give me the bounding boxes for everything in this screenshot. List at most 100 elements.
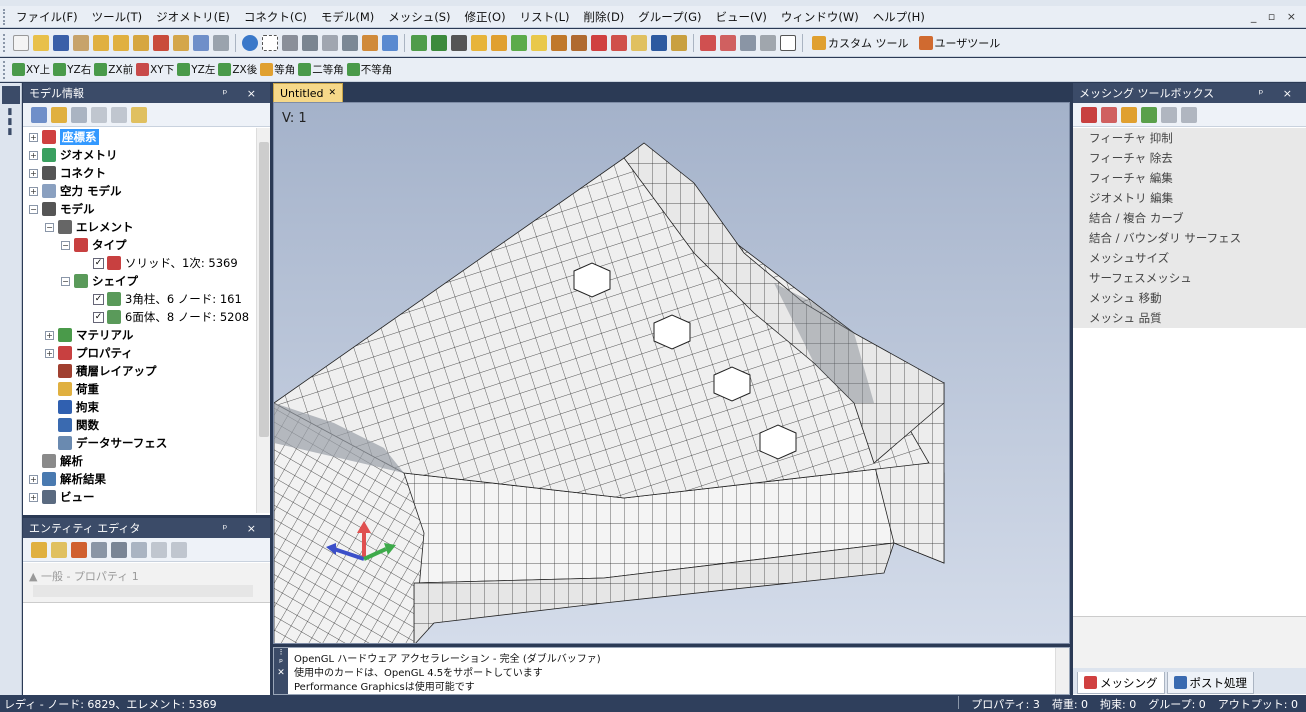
show-icon[interactable] (91, 106, 107, 123)
view-zx-front-button[interactable]: ZX前 (94, 62, 133, 77)
output-scrollbar[interactable] (1055, 648, 1069, 694)
tree-item-material[interactable]: + マテリアル (45, 326, 133, 344)
menu-geometry[interactable]: ジオメトリ(E) (149, 9, 237, 25)
tree-item-model[interactable]: − モデル (29, 200, 95, 218)
expand-toggle[interactable]: + (45, 330, 54, 340)
filter-icon[interactable] (760, 34, 776, 51)
point-icon[interactable] (471, 34, 487, 51)
tree-item-function[interactable]: 関数 (58, 416, 99, 434)
tree-item-connect[interactable]: + コネクト (29, 164, 106, 182)
output-pin-close[interactable]: ⁝ ᵖ ✕ (274, 648, 288, 694)
menu-modify[interactable]: 修正(O) (458, 9, 513, 25)
tree-item-geometry[interactable]: + ジオメトリ (29, 146, 118, 164)
expand-toggle[interactable]: − (61, 240, 70, 250)
tree-item-analysis[interactable]: 解析 (42, 452, 83, 470)
number-icon[interactable] (451, 34, 467, 51)
menu-help[interactable]: ヘルプ(H) (866, 9, 932, 25)
toolbar-grip[interactable] (3, 33, 8, 52)
expand-toggle[interactable]: + (45, 348, 54, 358)
copy-icon[interactable] (1121, 106, 1137, 123)
view-isometric-button[interactable]: 等角 (260, 62, 295, 77)
view-xy-top-button[interactable]: XY上 (12, 62, 50, 77)
link-icon[interactable] (73, 34, 89, 51)
view-xy-bottom-button[interactable]: XY下 (136, 62, 174, 77)
tree-item-shape[interactable]: − シェイプ (61, 272, 138, 290)
open-folder-icon[interactable] (33, 34, 49, 51)
toolbox-item[interactable]: 結合 / バウンダリ サーフェス (1073, 228, 1306, 248)
tree-item-load[interactable]: 荷重 (58, 380, 99, 398)
down-icon[interactable] (171, 541, 187, 558)
mdi-window-controls[interactable]: _ ▫ × (1251, 10, 1306, 23)
visibility-checkbox[interactable]: ✓ (93, 257, 104, 269)
document-tab[interactable]: Untitled ✕ (273, 83, 344, 102)
mesh-icon[interactable] (411, 34, 427, 51)
window-select-icon[interactable] (780, 34, 796, 51)
curve-icon[interactable] (491, 34, 507, 51)
move-down-icon[interactable] (1181, 106, 1197, 123)
view-icon[interactable] (382, 34, 398, 51)
toolbox-item[interactable]: 結合 / 複合 カーブ (1073, 208, 1306, 228)
expand-toggle[interactable]: + (29, 492, 38, 502)
view-zx-back-button[interactable]: ZX後 (218, 62, 257, 77)
workplane-icon[interactable] (302, 34, 318, 51)
save-icon[interactable] (53, 34, 69, 51)
geometry-tools-icon[interactable] (322, 34, 338, 51)
select-mode-icon[interactable] (740, 34, 756, 51)
refresh-icon[interactable] (71, 541, 87, 558)
toolbox-item[interactable]: ジオメトリ 編集 (1073, 188, 1306, 208)
dock-strip-label[interactable]: ▮▮▮ (5, 107, 15, 137)
coord-sys-icon[interactable] (591, 34, 607, 51)
user-tool-button[interactable]: ユーザツール (918, 35, 1000, 51)
tab-meshing[interactable]: メッシング (1077, 672, 1165, 694)
palette-icon[interactable] (362, 34, 378, 51)
toolbox-item[interactable]: フィーチャ 編集 (1073, 168, 1306, 188)
expand-toggle[interactable]: − (29, 204, 38, 214)
property-group-header[interactable]: ▲ 一般 - プロパティ 1 (29, 568, 139, 584)
expand-toggle[interactable]: + (29, 132, 38, 142)
tab-post-processing[interactable]: ポスト処理 (1166, 672, 1254, 694)
move-up-icon[interactable] (1161, 106, 1177, 123)
list-icon[interactable] (131, 541, 147, 558)
panel-pin-close[interactable]: ᵖ × (223, 87, 270, 100)
menu-view[interactable]: ビュー(V) (709, 9, 774, 25)
text-icon[interactable] (531, 34, 547, 51)
toolbox-item[interactable]: フィーチャ 抑制 (1073, 128, 1306, 148)
tree-item-element[interactable]: − エレメント (45, 218, 134, 236)
element-icon[interactable] (611, 34, 627, 51)
toolbox-item[interactable]: メッシュ 移動 (1073, 288, 1306, 308)
toolbox-item[interactable]: フィーチャ 除去 (1073, 148, 1306, 168)
export-icon[interactable] (113, 34, 129, 51)
menu-mesh[interactable]: メッシュ(S) (381, 9, 457, 25)
tree-item-view[interactable]: + ビュー (29, 488, 95, 506)
window-icon[interactable] (193, 34, 209, 51)
import-icon[interactable] (93, 34, 109, 51)
select-entity-icon[interactable] (700, 34, 716, 51)
view-trimetric-button[interactable]: 不等角 (346, 62, 392, 77)
toolbox-item[interactable]: メッシュ 品質 (1073, 308, 1306, 328)
hide-icon[interactable] (111, 106, 127, 123)
select-box-icon[interactable] (262, 34, 278, 51)
graphics-viewport[interactable]: V: 1 (273, 102, 1070, 644)
tree-item-data-surface[interactable]: データサーフェス (58, 434, 167, 452)
view-yz-right-button[interactable]: YZ右 (53, 62, 91, 77)
add-select-icon[interactable] (720, 34, 736, 51)
menu-tools[interactable]: ツール(T) (85, 9, 150, 25)
cube-icon[interactable] (342, 34, 358, 51)
solid-icon[interactable] (551, 34, 567, 51)
tree-item-constraint[interactable]: 拘束 (58, 398, 99, 416)
panel-pin-close[interactable]: ᵖ × (223, 522, 270, 535)
lock-icon[interactable] (31, 541, 47, 558)
tree-item-coordsys[interactable]: + 座標系 (29, 128, 99, 146)
new-file-icon[interactable] (13, 34, 29, 51)
add-tool-icon[interactable] (1081, 106, 1097, 123)
tree-scrollbar[interactable] (256, 128, 270, 513)
close-icon[interactable]: ✕ (329, 88, 337, 98)
tree-item-property[interactable]: + プロパティ (45, 344, 133, 362)
analysis-icon[interactable] (133, 34, 149, 51)
mesh-surface-icon[interactable] (431, 34, 447, 51)
grid-icon[interactable] (1141, 106, 1157, 123)
expand-toggle[interactable]: − (61, 276, 70, 286)
expand-toggle[interactable]: + (29, 186, 38, 196)
view-dimetric-button[interactable]: 二等角 (298, 62, 344, 77)
visibility-checkbox[interactable]: ✓ (93, 293, 104, 305)
